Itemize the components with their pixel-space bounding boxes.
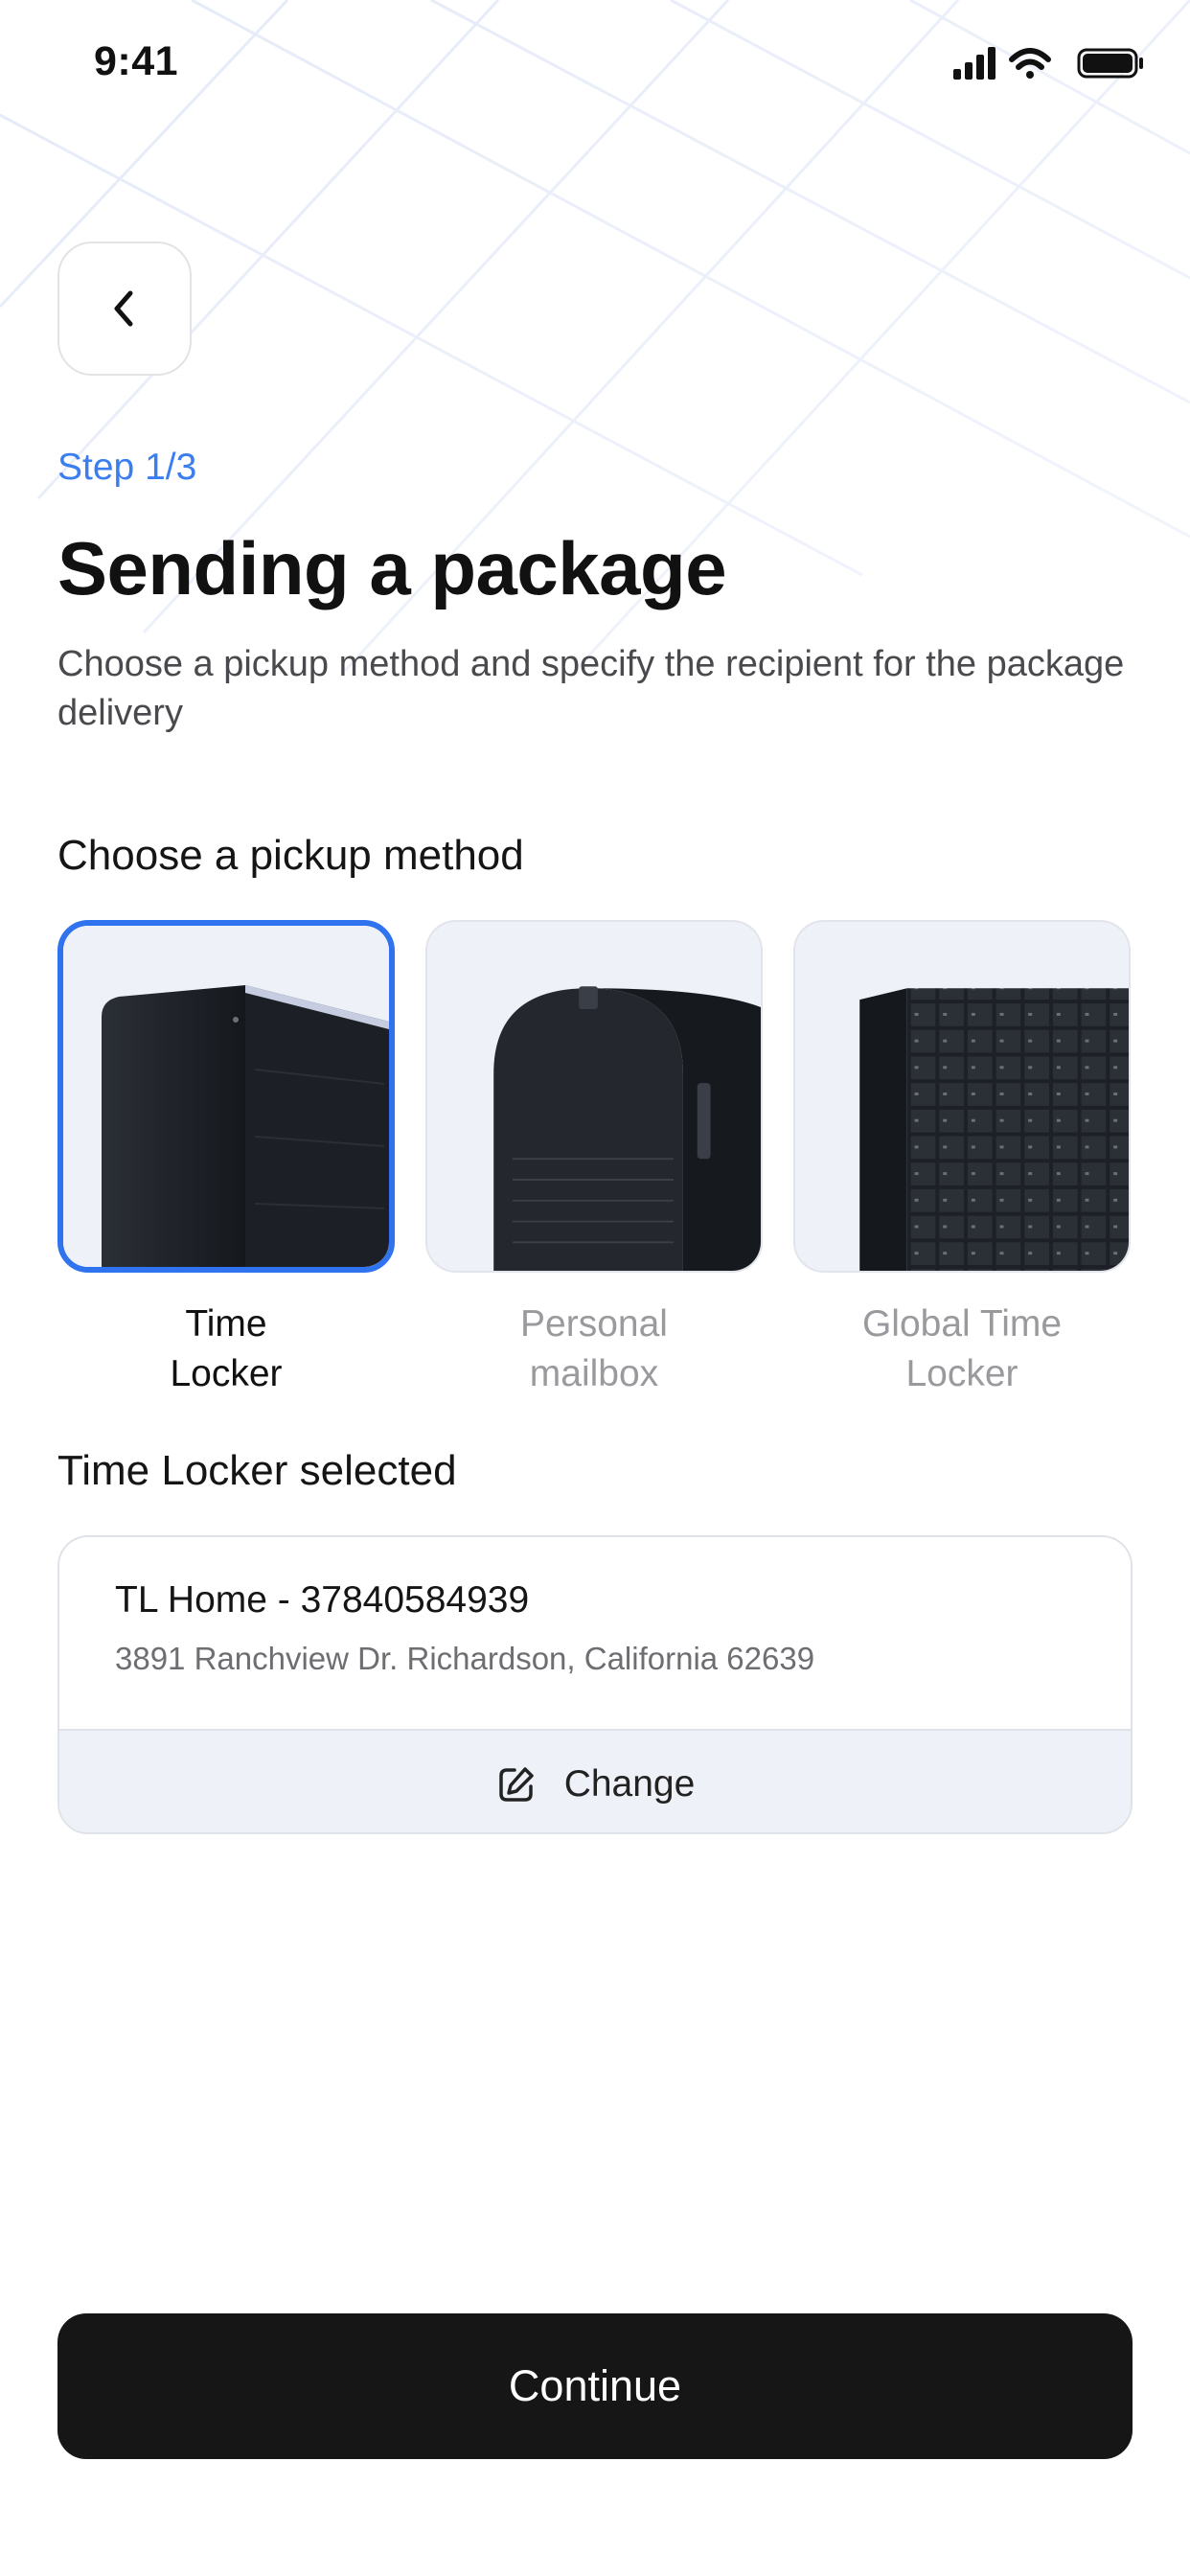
selected-locker-card: TL Home - 37840584939 3891 Ranchview Dr.… <box>57 1535 1133 1834</box>
edit-icon <box>498 1767 534 1802</box>
change-locker-button[interactable]: Change <box>59 1729 1131 1832</box>
personal-mailbox-image <box>427 922 761 1271</box>
locker-name: TL Home - 37840584939 <box>115 1579 530 1621</box>
pickup-method-heading: Choose a pickup method <box>57 832 524 879</box>
pickup-option-personal-mailbox[interactable] <box>425 920 763 1273</box>
pickup-option-time-locker[interactable] <box>57 920 395 1273</box>
chevron-left-icon <box>114 290 133 327</box>
pickup-option-label-personal-mailbox: Personal mailbox <box>520 1303 668 1394</box>
pickup-option-label-time-locker: Time Locker <box>170 1303 283 1394</box>
continue-button[interactable]: Continue <box>57 2313 1133 2459</box>
cellular-signal-icon <box>953 47 995 80</box>
time-locker-image <box>63 926 389 1267</box>
step-indicator: Step 1/3 <box>57 447 197 488</box>
change-label: Change <box>563 1763 696 1805</box>
locker-address: 3891 Ranchview Dr. Richardson, Californi… <box>115 1641 815 1676</box>
selected-locker-heading: Time Locker selected <box>57 1447 457 1494</box>
wifi-icon <box>1009 48 1051 79</box>
battery-icon <box>1077 48 1143 79</box>
pickup-option-global-time-locker[interactable] <box>793 920 1131 1273</box>
page-subtitle: Choose a pickup method and specify the r… <box>57 644 1125 733</box>
global-time-locker-image <box>795 922 1129 1271</box>
status-bar-time: 9:41 <box>94 38 179 84</box>
back-button[interactable] <box>57 242 192 376</box>
status-bar-icons <box>949 44 1150 82</box>
page-title: Sending a package <box>57 526 727 610</box>
pickup-option-label-global-time-locker: Global Time Locker <box>861 1303 1063 1394</box>
